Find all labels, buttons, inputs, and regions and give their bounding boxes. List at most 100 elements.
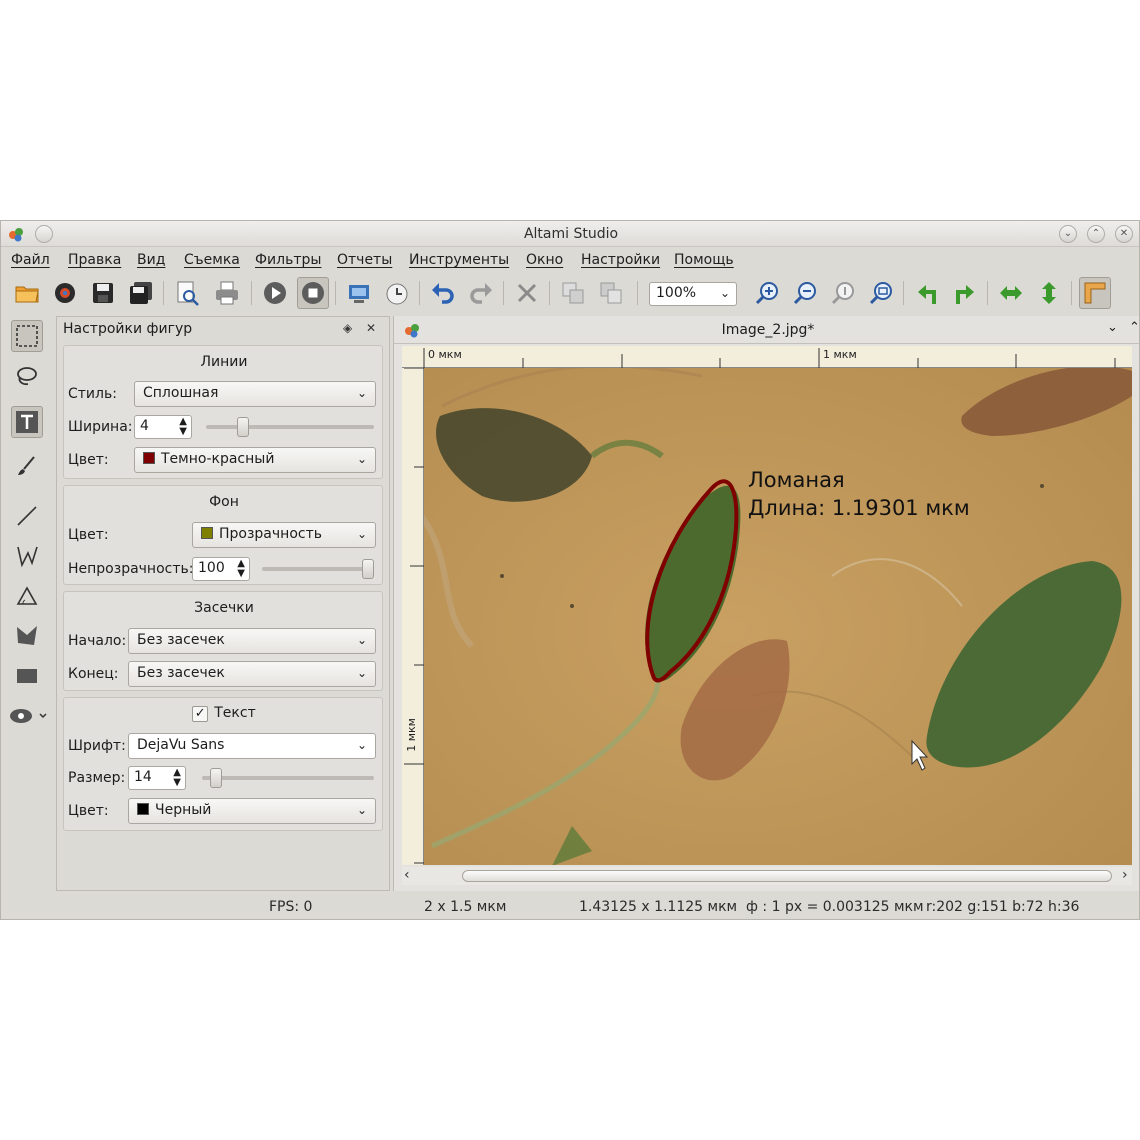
text-group: ✓ Текст Шрифт: DejaVu Sans ⌄ Размер: 14 ▲ ▼ … [63,697,383,831]
chevron-down-icon[interactable]: ⌄ [1107,320,1118,335]
flip-horizontal-icon[interactable] [995,277,1027,309]
menu-view[interactable]: Вид [137,252,165,268]
menu-reports[interactable]: Отчеты [337,252,392,268]
text-checkbox[interactable]: ✓ [192,706,209,722]
fill-title: Фон [209,494,239,510]
minimize-button[interactable]: ⌄ [1059,225,1077,243]
fill-color-value: Прозрачность [219,526,322,542]
lasso-icon[interactable] [11,360,43,392]
text-tool-icon[interactable] [11,406,43,438]
spin-arrows-icon[interactable]: ▲ ▼ [237,559,245,579]
menu-filters[interactable]: Фильтры [255,252,321,268]
size-slider-handle[interactable] [210,768,222,788]
close-button[interactable]: ✕ [1115,225,1133,243]
image-tab-bar: Image_2.jpg* ⌄ ⌃ [394,316,1139,344]
menu-help[interactable]: Помощь [674,252,734,268]
style-select[interactable]: Сплошная ⌄ [134,381,376,407]
menu-settings[interactable]: Настройки [581,252,660,268]
style-value: Сплошная [143,385,219,401]
undo-icon[interactable] [427,277,459,309]
zoom-fit-icon[interactable] [865,277,897,309]
paste-icon[interactable] [595,277,627,309]
angle-tool-icon[interactable] [11,580,43,612]
zoom-value: 100% [656,285,697,301]
menu-capture[interactable]: Съемка [184,252,240,268]
microscope-image[interactable]: Ломаная Длина: 1.19301 мкм [402,346,1132,865]
opacity-slider-handle[interactable] [362,559,374,579]
shape-tools [1,316,53,896]
opacity-slider[interactable] [262,559,374,579]
fill-color-select[interactable]: Прозрачность ⌄ [192,522,376,548]
font-select[interactable]: DejaVu Sans ⌄ [128,733,376,759]
opacity-spinbox[interactable]: 100 ▲ ▼ [192,557,250,581]
width-slider-handle[interactable] [237,417,250,437]
polygon-tool-icon[interactable] [11,620,43,652]
marks-title: Засечки [194,600,254,616]
ruler-icon[interactable] [1079,277,1111,309]
float-panel-icon[interactable]: ◈ [343,321,352,335]
chevron-down-icon: ⌄ [356,803,367,817]
end-mark-select[interactable]: Без засечек ⌄ [128,661,376,687]
line-tool-icon[interactable] [11,500,43,532]
line-color-swatch [143,452,155,464]
select-rect-icon[interactable] [11,320,43,352]
window-title: Altami Studio [523,226,619,242]
font-label: Шрифт: [68,738,126,754]
zoom-in-icon[interactable] [751,277,783,309]
fill-color-swatch [201,527,213,539]
print-icon[interactable] [211,277,243,309]
flip-vertical-icon[interactable] [1033,277,1065,309]
rotate-left-icon[interactable] [911,277,943,309]
capture-icon[interactable] [343,277,375,309]
lines-group: Линии Стиль: Сплошная ⌄ Ширина: 4 ▲ ▼ Цвет:… [63,345,383,479]
open-camera-icon[interactable] [49,277,81,309]
ellipse-tool-icon[interactable] [7,700,49,732]
annotation-length: Длина: 1.19301 мкм [748,496,970,520]
chevron-down-icon: ⌄ [356,527,367,541]
chevron-down-icon: ⌄ [356,666,367,680]
menu-file[interactable]: Файл [11,252,50,268]
redo-icon[interactable] [465,277,497,309]
open-folder-icon[interactable] [11,277,43,309]
save-icon[interactable] [87,277,119,309]
size-spinbox[interactable]: 14 ▲ ▼ [128,766,186,790]
text-color-select[interactable]: Черный ⌄ [128,798,376,824]
image-title: Image_2.jpg* [721,322,815,338]
horizontal-scrollbar[interactable]: ‹ › [402,867,1132,885]
stop-icon[interactable] [297,277,329,309]
scroll-right-icon[interactable]: › [1122,867,1128,883]
rotate-right-icon[interactable] [949,277,981,309]
zoom-combo[interactable]: 100% ⌄ [649,282,737,306]
scrollbar-thumb[interactable] [462,870,1112,882]
save-all-icon[interactable] [125,277,157,309]
timer-icon[interactable] [381,277,413,309]
delete-icon[interactable] [511,277,543,309]
play-icon[interactable] [259,277,291,309]
zoom-actual-icon[interactable] [827,277,859,309]
zoom-out-icon[interactable] [789,277,821,309]
size-slider[interactable] [202,768,374,788]
chevron-up-icon[interactable]: ⌃ [1129,320,1139,335]
width-slider[interactable] [206,417,374,437]
rectangle-tool-icon[interactable] [11,660,43,692]
fill-color-label: Цвет: [68,527,109,543]
line-color-select[interactable]: Темно-красный ⌄ [134,447,376,473]
scroll-left-icon[interactable]: ‹ [404,867,410,883]
menu-tools[interactable]: Инструменты [409,252,509,268]
menu-window[interactable]: Окно [526,252,563,268]
spin-arrows-icon[interactable]: ▲ ▼ [179,417,187,437]
maximize-button[interactable]: ⌃ [1087,225,1105,243]
start-mark-select[interactable]: Без засечек ⌄ [128,628,376,654]
brush-icon[interactable] [11,450,43,482]
shape-settings-panel: Настройки фигур ◈ ✕ Линии Стиль: Сплошна… [56,316,390,891]
copy-icon[interactable] [557,277,589,309]
menu-edit[interactable]: Правка [68,252,121,268]
end-mark-value: Без засечек [137,665,225,681]
print-preview-icon[interactable] [171,277,203,309]
spin-arrows-icon[interactable]: ▲ ▼ [173,768,181,788]
width-spinbox[interactable]: 4 ▲ ▼ [134,415,192,439]
text-toggle[interactable]: ✓ Текст [64,705,384,722]
polyline-tool-icon[interactable] [11,540,43,572]
close-panel-icon[interactable]: ✕ [366,321,376,335]
start-mark-value: Без засечек [137,632,225,648]
